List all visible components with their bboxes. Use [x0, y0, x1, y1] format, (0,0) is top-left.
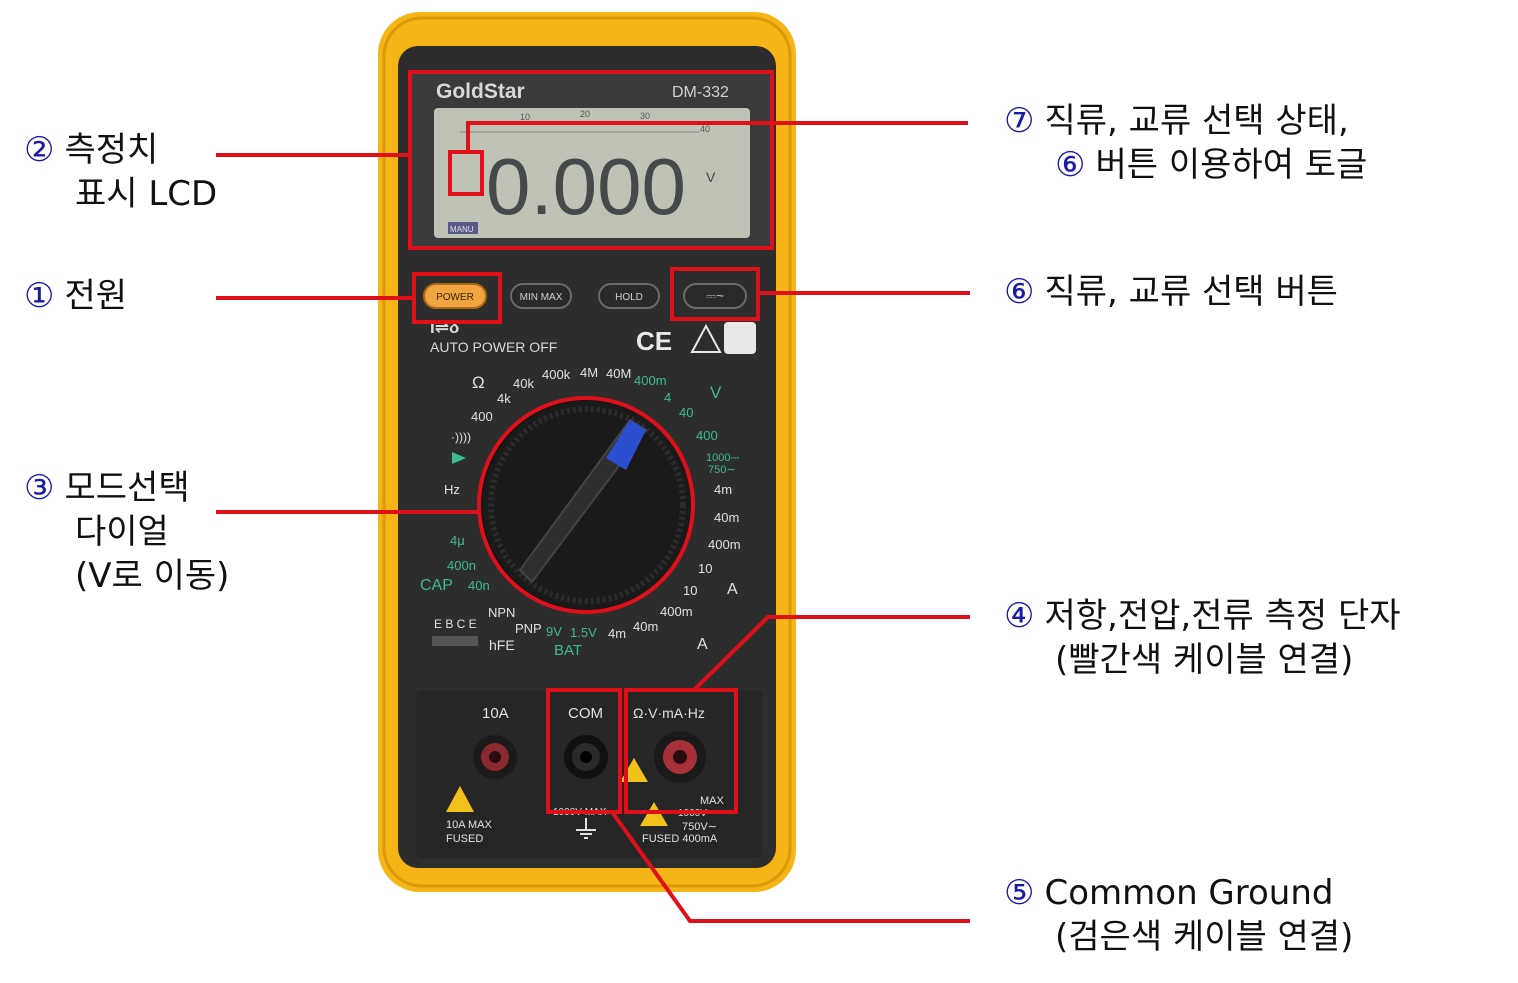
- svg-text:PNP: PNP: [515, 621, 542, 636]
- svg-text:40M: 40M: [606, 366, 631, 381]
- callout-vohm-terminal: ④ 저항,전압,전류 측정 단자 (빨간색 케이블 연결): [1004, 594, 1401, 682]
- callout-text: 측정치: [64, 130, 159, 170]
- svg-text:9V: 9V: [546, 624, 562, 639]
- callout-number: ②: [24, 130, 55, 170]
- callout-text: 표시 LCD: [75, 174, 218, 214]
- model-label: DM-332: [672, 84, 729, 101]
- bargraph-tick: 30: [640, 111, 650, 121]
- svg-text:1.5V: 1.5V: [570, 625, 597, 640]
- svg-text:750∼: 750∼: [708, 464, 736, 476]
- callout-text: 모드선택: [64, 468, 190, 508]
- svg-text:400k: 400k: [542, 367, 571, 382]
- svg-text:4M: 4M: [580, 365, 598, 380]
- minmax-button-label: MIN MAX: [520, 292, 563, 303]
- svg-text:·)))): ·)))): [451, 430, 471, 444]
- callout-text: Common Ground: [1044, 873, 1334, 913]
- callout-number: ⑦: [1004, 101, 1035, 141]
- callout-text: (V로 이동): [75, 556, 230, 596]
- ce-mark: CE: [636, 326, 672, 356]
- svg-text:CAP: CAP: [420, 577, 453, 594]
- svg-text:E B C E: E B C E: [434, 617, 477, 631]
- svg-text:A: A: [727, 581, 738, 598]
- terminal-10a-label: 10A: [482, 705, 509, 722]
- svg-text:4μ: 4μ: [450, 533, 465, 548]
- callout-number: ⑤: [1004, 873, 1035, 913]
- gs-mark: [724, 322, 756, 354]
- terminal-com-jack[interactable]: [564, 735, 608, 779]
- svg-text:4m: 4m: [714, 482, 732, 497]
- callout-text: 직류, 교류 선택 상태,: [1044, 101, 1349, 141]
- callout-dial: ③ 모드선택 다이얼 (V로 이동): [24, 466, 229, 598]
- svg-text:400n: 400n: [447, 558, 476, 573]
- auto-power-off-label: AUTO POWER OFF: [430, 339, 557, 355]
- lcd-unit: V: [706, 169, 716, 185]
- svg-text:400: 400: [471, 409, 493, 424]
- lcd-reading: 0.000: [486, 142, 686, 231]
- bargraph-tick: 40: [700, 124, 710, 134]
- svg-text:10: 10: [698, 561, 712, 576]
- acdc-button-label: ⎓~: [706, 288, 724, 303]
- callout-number: ①: [24, 276, 55, 316]
- svg-text:1000⎓: 1000⎓: [706, 452, 739, 464]
- callout-lcd: ② 측정치 표시 LCD: [24, 128, 217, 216]
- svg-text:4: 4: [664, 390, 671, 405]
- terminal-com-label: COM: [568, 705, 603, 722]
- svg-text:4m: 4m: [608, 626, 626, 641]
- svg-text:40m: 40m: [714, 510, 739, 525]
- svg-text:40: 40: [679, 405, 693, 420]
- svg-text:hFE: hFE: [489, 637, 515, 653]
- svg-text:400m: 400m: [634, 373, 667, 388]
- bargraph-tick: 10: [520, 112, 530, 122]
- callout-text: 직류, 교류 선택 버튼: [1044, 272, 1338, 312]
- svg-text:400m: 400m: [660, 604, 693, 619]
- callout-power: ① 전원: [24, 274, 127, 318]
- svg-text:4k: 4k: [497, 391, 511, 406]
- vohm-750v-label: 750V∼: [682, 821, 717, 833]
- svg-text:400m: 400m: [708, 537, 741, 552]
- lcd-manu: MANU: [450, 225, 474, 234]
- svg-text:400: 400: [696, 428, 718, 443]
- svg-text:Ω: Ω: [472, 373, 485, 392]
- svg-text:40n: 40n: [468, 578, 490, 593]
- svg-text:Hz: Hz: [444, 482, 460, 497]
- callout-text: (검은색 케이블 연결): [1055, 917, 1354, 957]
- svg-text:40m: 40m: [633, 619, 658, 634]
- callout-number: ③: [24, 468, 55, 508]
- brand-logo: GoldStar: [436, 80, 525, 103]
- callout-text: (빨간색 케이블 연결): [1055, 640, 1354, 680]
- terminal-vohm-label: Ω·V·mA·Hz: [633, 705, 705, 721]
- callout-number: ④: [1004, 596, 1035, 636]
- power-button-label: POWER: [436, 292, 474, 303]
- bargraph-tick: 20: [580, 109, 590, 119]
- callout-acdc-state: ⑦ 직류, 교류 선택 상태, ⑥ 버튼 이용하여 토글: [1004, 99, 1367, 187]
- fused-400ma-label: FUSED 400mA: [642, 833, 718, 845]
- svg-text:A: A: [697, 636, 708, 653]
- terminal-vohm-jack[interactable]: [654, 731, 706, 783]
- callout-text: 다이얼: [75, 512, 169, 552]
- fuse-10a-label: 10A MAX: [446, 819, 493, 831]
- callout-com: ⑤ Common Ground (검은색 케이블 연결): [1004, 871, 1353, 959]
- fused-label: FUSED: [446, 833, 483, 845]
- callout-acdc-button: ⑥ 직류, 교류 선택 버튼: [1004, 270, 1338, 314]
- svg-text:40k: 40k: [513, 376, 534, 391]
- svg-text:10: 10: [683, 583, 697, 598]
- callout-number: ⑥: [1004, 272, 1035, 312]
- terminal-10a-jack[interactable]: [473, 735, 517, 779]
- callout-text: 저항,전압,전류 측정 단자: [1044, 596, 1401, 636]
- callout-text: 전원: [64, 276, 128, 316]
- callout-number: ⑥: [1055, 145, 1086, 185]
- svg-text:V: V: [710, 383, 722, 402]
- vohm-max-label: MAX: [700, 795, 725, 807]
- hold-button-label: HOLD: [615, 292, 643, 303]
- callout-text: 버튼 이용하여 토글: [1095, 145, 1368, 185]
- svg-text:BAT: BAT: [554, 642, 582, 659]
- svg-text:NPN: NPN: [488, 605, 515, 620]
